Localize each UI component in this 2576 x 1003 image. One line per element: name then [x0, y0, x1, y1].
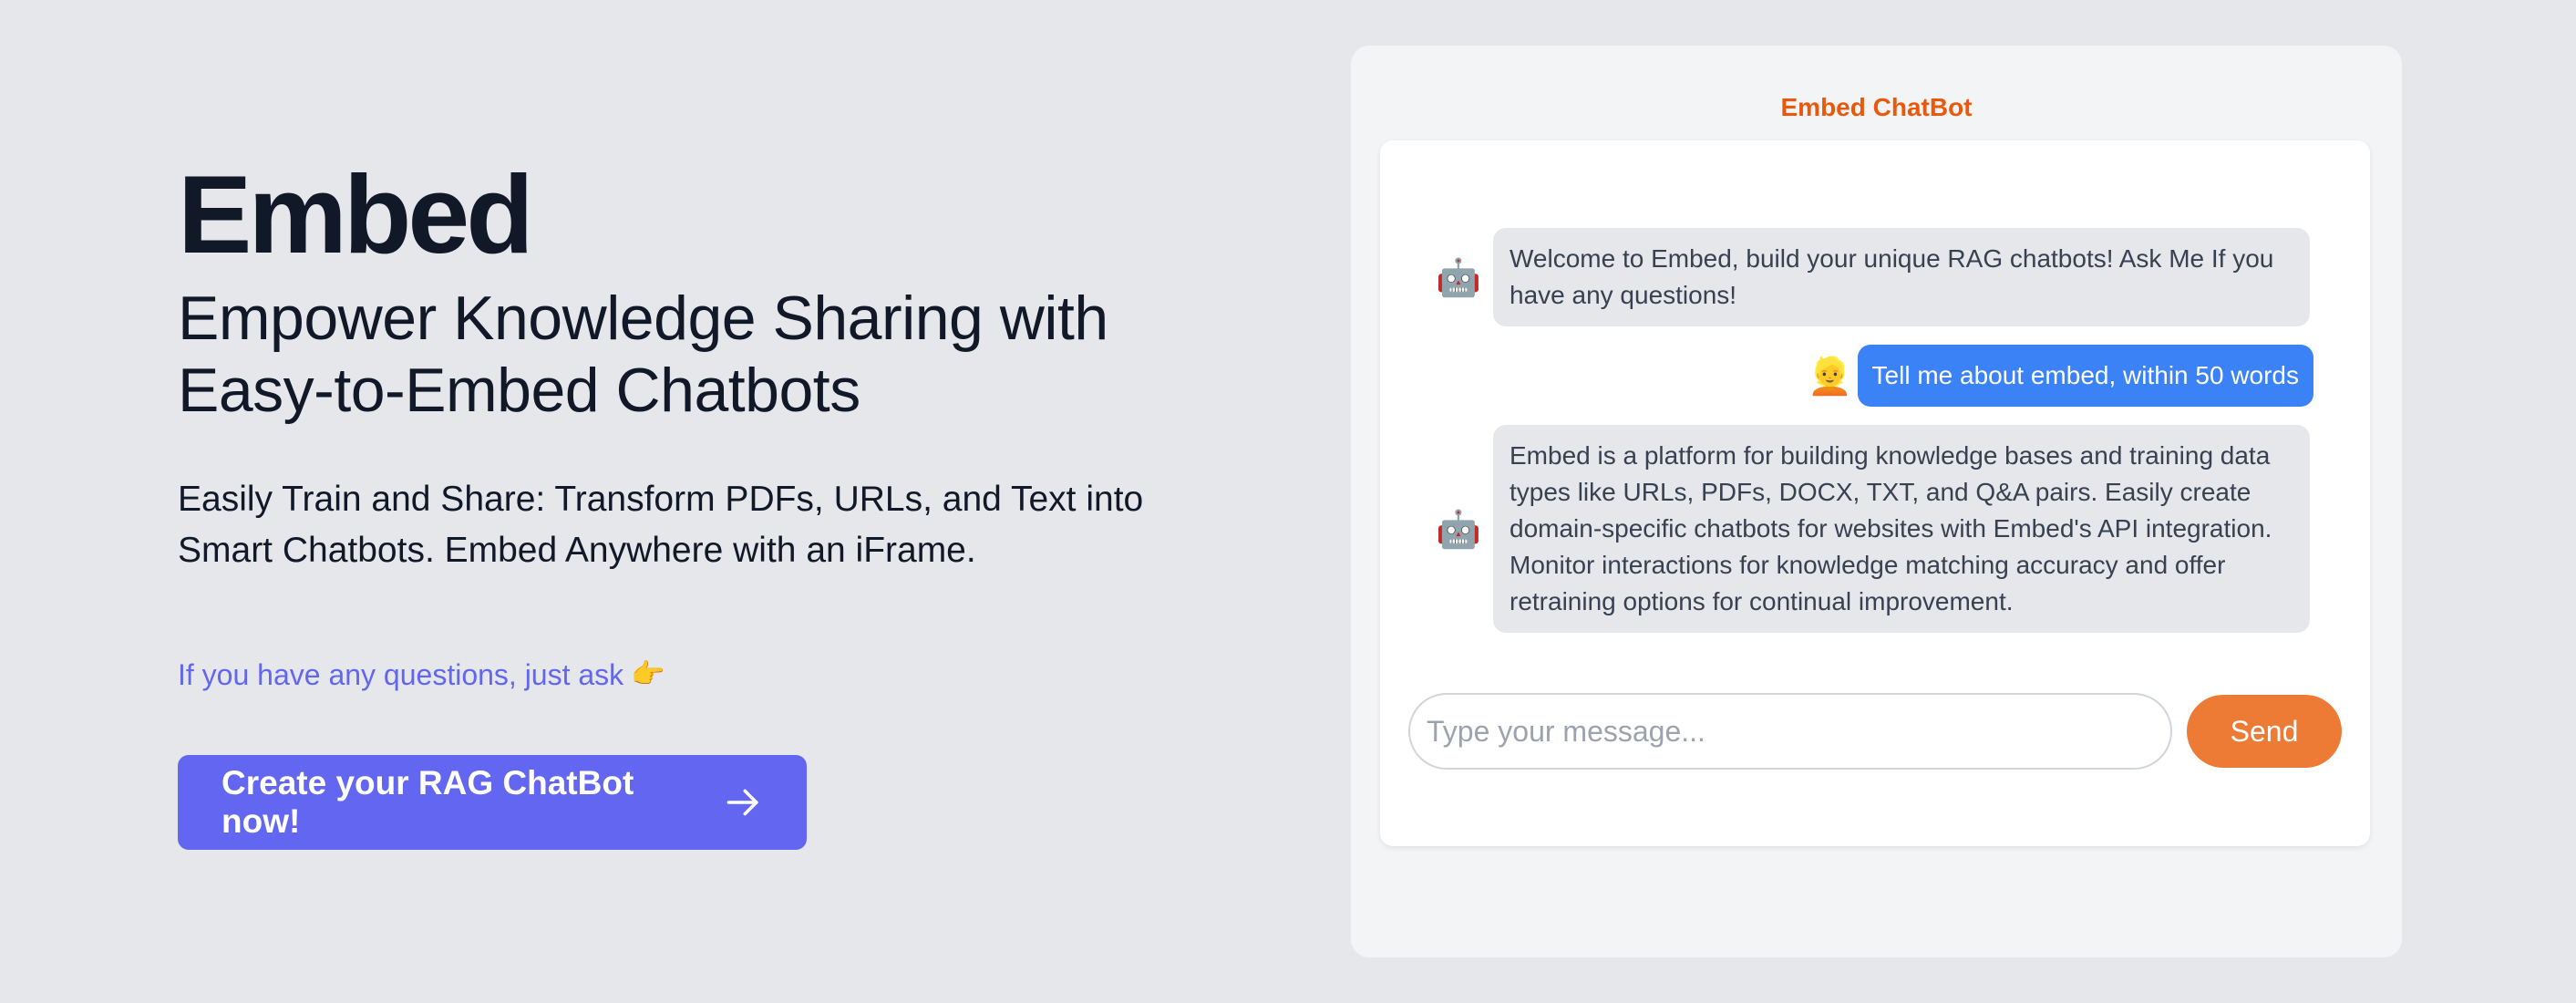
chat-message-user: 👱 Tell me about embed, within 50 words [1807, 345, 2313, 407]
page: Embed Empower Knowledge Sharing with Eas… [0, 0, 2576, 1003]
hero-tagline: Empower Knowledge Sharing with Easy-to-E… [178, 283, 1226, 427]
message-composer: Send [1408, 693, 2343, 770]
hero-section: Embed Empower Knowledge Sharing with Eas… [178, 155, 1226, 850]
description-line-1: Easily Train and Share: Transform PDFs, … [178, 480, 1144, 519]
ask-text: If you have any questions, just ask [178, 658, 624, 691]
robot-avatar-icon: 🤖 [1436, 509, 1481, 550]
user-message-bubble: Tell me about embed, within 50 words [1857, 345, 2313, 407]
bot-message-bubble: Welcome to Embed, build your unique RAG … [1493, 228, 2310, 326]
chat-window: 🤖 Welcome to Embed, build your unique RA… [1380, 140, 2370, 846]
description-line-2: Smart Chatbots. Embed Anywhere with an i… [178, 531, 976, 570]
tagline-line-2: Easy-to-Embed Chatbots [178, 356, 860, 425]
ask-prompt: If you have any questions, just ask 👉 [178, 657, 1226, 693]
bot-message-bubble: Embed is a platform for building knowled… [1493, 425, 2310, 633]
create-chatbot-label: Create your RAG ChatBot now! [222, 764, 634, 840]
user-avatar-icon: 👱 [1807, 356, 1853, 397]
hero-description: Easily Train and Share: Transform PDFs, … [178, 474, 1226, 576]
chatbot-widget-panel: Embed ChatBot 🤖 Welcome to Embed, build … [1351, 46, 2402, 957]
arrow-right-icon [726, 789, 758, 816]
brand-title: Embed [178, 152, 534, 276]
send-button[interactable]: Send [2187, 695, 2342, 768]
widget-title: Embed ChatBot [1780, 93, 1973, 121]
chat-message-bot: 🤖 Welcome to Embed, build your unique RA… [1435, 228, 2310, 326]
create-chatbot-button[interactable]: Create your RAG ChatBot now! [178, 755, 807, 850]
pointing-hand-icon: 👉 [631, 659, 665, 689]
robot-avatar-icon: 🤖 [1436, 257, 1481, 298]
chat-message-bot: 🤖 Embed is a platform for building knowl… [1435, 425, 2310, 633]
message-input[interactable] [1408, 693, 2172, 770]
tagline-line-1: Empower Knowledge Sharing with [178, 284, 1108, 353]
